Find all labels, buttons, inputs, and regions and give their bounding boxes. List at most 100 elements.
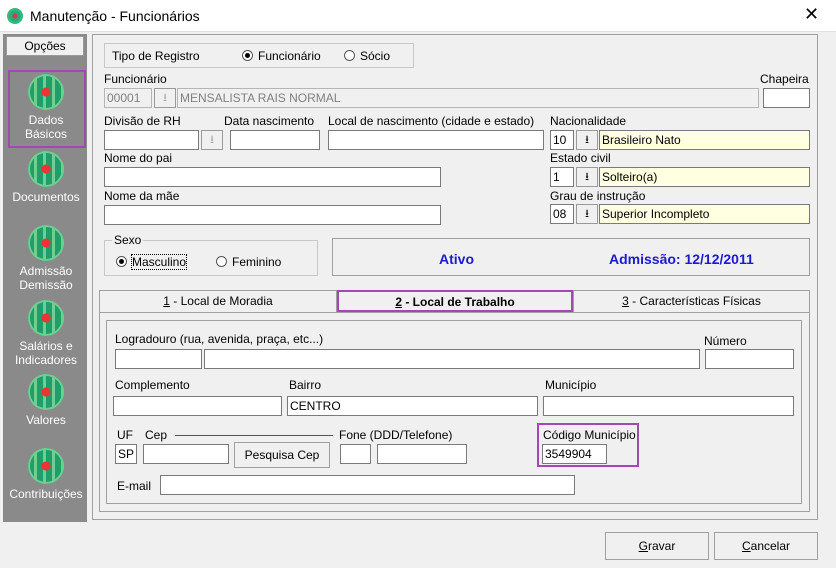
radio-funcionario[interactable]: Funcionário <box>242 49 321 63</box>
valores-icon <box>28 374 64 410</box>
complemento-label: Complemento <box>115 378 190 392</box>
funcionario-label: Funcionário <box>104 72 167 86</box>
sidebar-item-label: Contribuições <box>9 487 83 501</box>
logradouro-label: Logradouro (rua, avenida, praça, etc...) <box>115 332 324 346</box>
divisao-label: Divisão de RH <box>104 114 181 128</box>
nome-mae-label: Nome da mãe <box>104 189 180 203</box>
estado-civil-field: Solteiro(a) <box>599 167 810 187</box>
codigo-municipio-field[interactable]: 3549904 <box>542 444 607 464</box>
tab-label: - Características Físicas <box>628 294 761 308</box>
sidebar-item-valores[interactable]: Valores <box>5 374 87 427</box>
codigo-municipio-label: Código Município <box>543 428 636 442</box>
cancelar-button[interactable]: Cancelar <box>714 532 818 560</box>
cep-label: Cep <box>145 428 168 442</box>
sidebar-item-documentos[interactable]: Documentos <box>5 151 87 204</box>
complemento-field[interactable] <box>113 396 282 416</box>
bairro-field[interactable]: CENTRO <box>287 396 538 416</box>
sidebar-item-label: Salários e Indicadores <box>14 339 78 367</box>
funcionario-lookup-button: ⭳ <box>154 88 176 108</box>
radio-funcionario-label: Funcionário <box>258 49 321 63</box>
estado-civil-label: Estado civil <box>550 151 611 165</box>
gravar-button[interactable]: Gravar <box>605 532 709 560</box>
tab-number: 1 <box>163 294 170 308</box>
radio-unchecked-icon <box>344 50 355 61</box>
admissao-icon <box>28 225 64 261</box>
cep-divider <box>175 435 333 436</box>
status-ativo: Ativo <box>439 251 474 267</box>
estado-civil-code-field[interactable]: 1 <box>550 167 574 187</box>
cancelar-label: ancelar <box>750 539 791 553</box>
email-label: E-mail <box>117 479 152 493</box>
radio-socio-label: Sócio <box>360 49 391 63</box>
municipio-field[interactable] <box>543 396 794 416</box>
tab-label: - Local de Trabalho <box>402 295 515 309</box>
estado-civil-lookup-button[interactable]: ⭳ <box>576 167 598 187</box>
nome-pai-field[interactable] <box>104 167 441 187</box>
nome-mae-field[interactable] <box>104 205 441 225</box>
salarios-icon <box>28 300 64 336</box>
close-icon[interactable]: ✕ <box>804 5 819 23</box>
local-nascimento-field[interactable] <box>328 130 544 150</box>
radio-masculino-label: Masculino <box>130 254 188 270</box>
chapeira-field[interactable] <box>763 88 810 108</box>
nome-pai-label: Nome do pai <box>104 151 173 165</box>
sidebar-item-salarios[interactable]: Salários e Indicadores <box>5 300 87 367</box>
sidebar-item-label: Admissão Demissão <box>19 264 73 292</box>
tab-number: 2 <box>395 295 402 309</box>
logradouro-tipo-field[interactable] <box>115 349 202 369</box>
admissao-date: Admissão: 12/12/2011 <box>609 251 754 267</box>
tab-caracteristicas-fisicas[interactable]: 3 - Características Físicas <box>573 290 810 312</box>
numero-label: Número <box>704 334 747 348</box>
tab-local-moradia[interactable]: 1 - Local de Moradia <box>99 290 337 312</box>
municipio-label: Município <box>545 378 597 392</box>
chapeira-label: Chapeira <box>760 72 809 86</box>
contribuicoes-icon <box>28 448 64 484</box>
sidebar-item-admissao[interactable]: Admissão Demissão <box>5 225 87 292</box>
nacionalidade-field: Brasileiro Nato <box>599 130 810 150</box>
fone-numero-field[interactable] <box>377 444 467 464</box>
gravar-label: ravar <box>648 539 676 553</box>
nacionalidade-lookup-button[interactable]: ⭳ <box>576 130 598 150</box>
bairro-label: Bairro <box>289 378 322 392</box>
uf-label: UF <box>117 428 133 442</box>
sidebar-item-label: Valores <box>26 413 66 427</box>
uf-field[interactable]: SP <box>115 444 137 464</box>
tab-number: 3 <box>622 294 629 308</box>
numero-field[interactable] <box>705 349 794 369</box>
data-nascimento-field[interactable] <box>230 130 320 150</box>
nacionalidade-label: Nacionalidade <box>550 114 627 128</box>
options-button[interactable]: Opções <box>6 36 84 56</box>
radio-masculino[interactable]: Masculino <box>116 254 188 270</box>
funcionario-code-field: 00001 <box>104 88 152 108</box>
local-nascimento-label: Local de nascimento (cidade e estado) <box>328 114 535 128</box>
radio-socio[interactable]: Sócio <box>344 49 390 63</box>
instrucao-code-field[interactable]: 08 <box>550 204 574 224</box>
nacionalidade-code-field[interactable]: 10 <box>550 130 574 150</box>
pesquisa-cep-button[interactable]: Pesquisa Cep <box>234 442 330 468</box>
logradouro-field[interactable] <box>204 349 700 369</box>
radio-feminino[interactable]: Feminino <box>216 255 281 269</box>
cep-field[interactable] <box>143 444 229 464</box>
instrucao-field: Superior Incompleto <box>599 204 810 224</box>
tab-label: - Local de Moradia <box>169 294 273 308</box>
tipo-registro-label: Tipo de Registro <box>112 49 200 63</box>
radio-checked-icon <box>242 50 253 61</box>
gravar-accel: G <box>638 539 648 553</box>
radio-unchecked-icon <box>216 256 227 267</box>
radio-checked-icon <box>116 256 127 267</box>
instrucao-label: Grau de instrução <box>550 189 646 203</box>
window-title: Manutenção - Funcionários <box>30 8 200 24</box>
selected-highlight <box>8 70 86 148</box>
documentos-icon <box>28 151 64 187</box>
instrucao-lookup-button[interactable]: ⭳ <box>576 204 598 224</box>
email-field[interactable] <box>160 475 575 495</box>
cancelar-accel: C <box>741 539 751 553</box>
divisao-field[interactable] <box>104 130 199 150</box>
radio-feminino-label: Feminino <box>232 255 282 269</box>
data-nascimento-label: Data nascimento <box>224 114 315 128</box>
divisao-lookup-button[interactable]: ⭳ <box>201 130 223 150</box>
sidebar-item-contribuicoes[interactable]: Contribuições <box>5 448 87 501</box>
title-bar: Manutenção - Funcionários ✕ <box>0 0 836 32</box>
tab-local-trabalho[interactable]: 2 - Local de Trabalho <box>337 290 573 312</box>
fone-ddd-field[interactable] <box>340 444 371 464</box>
